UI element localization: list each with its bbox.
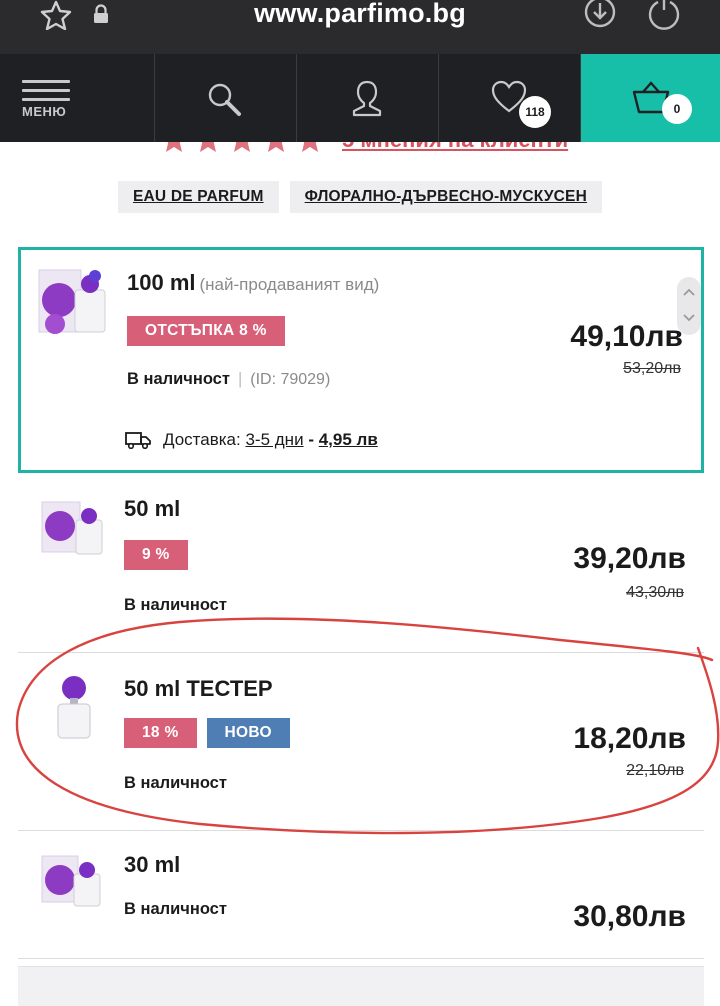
stock-status: В наличност: [124, 774, 227, 792]
discount-badge: 18 %: [124, 718, 197, 748]
chevron-up-icon[interactable]: [682, 287, 696, 297]
download-icon[interactable]: [583, 0, 617, 30]
discount-badge: 9 %: [124, 540, 188, 570]
product-id: (ID: 79029): [250, 371, 331, 388]
divider: [18, 830, 704, 831]
product-thumbnail: [57, 676, 91, 739]
account-button[interactable]: [297, 54, 439, 142]
stock-status: В наличност: [124, 900, 227, 918]
old-price: 22,10лв: [626, 762, 684, 779]
product-thumbnail: [41, 501, 103, 555]
next-section: [18, 966, 704, 1006]
power-icon[interactable]: [646, 0, 682, 30]
divider: [18, 958, 704, 959]
rating-star-icon: [166, 142, 182, 152]
rating-star-icon: [302, 142, 318, 152]
new-badge: НОВО: [206, 718, 290, 748]
cart-count-badge: 0: [662, 94, 692, 124]
cart-button[interactable]: 0: [581, 54, 720, 142]
rating-star-icon: [234, 142, 250, 152]
user-icon: [352, 80, 382, 117]
stock-status: В наличност: [124, 596, 227, 614]
variant-title: 100 ml (най-продаваният вид): [127, 270, 380, 295]
price: 30,80лв: [573, 900, 686, 933]
menu-button[interactable]: МЕНЮ: [0, 54, 155, 142]
menu-label: МЕНЮ: [22, 104, 67, 119]
variant-50ml-tester[interactable]: 50 ml ТЕСТЕР 18 % НОВО В наличност 18,20…: [18, 656, 704, 828]
variant-subtitle: (най-продаваният вид): [199, 275, 380, 294]
price: 18,20лв: [573, 722, 686, 755]
delivery-cost-link[interactable]: 4,95 лв: [319, 430, 378, 450]
favorites-count-badge: 118: [519, 96, 551, 128]
product-thumbnail: [38, 269, 106, 334]
variant-title: 50 ml ТЕСТЕР: [124, 676, 273, 701]
site-nav: МЕНЮ 118 0: [0, 54, 720, 142]
menu-icon: [22, 80, 70, 107]
divider: [18, 652, 704, 653]
delivery-days-link[interactable]: 3-5 дни: [245, 430, 303, 450]
variant-title: 30 ml: [124, 852, 181, 877]
browser-toolbar: www.parfimo.bg: [0, 0, 720, 54]
truck-icon: [125, 432, 151, 449]
reviews-row: 5 мнения на клиенти: [0, 142, 720, 156]
delivery-info: Доставка: 3-5 дни - 4,95 лв: [125, 430, 378, 450]
stock-status: В наличност | (ID: 79029): [127, 370, 331, 388]
reviews-link[interactable]: 5 мнения на клиенти: [342, 142, 568, 153]
product-thumbnail: [41, 855, 101, 907]
tag-concentration[interactable]: EAU DE PARFUM: [117, 181, 279, 213]
price: 39,20лв: [573, 542, 686, 575]
discount-badge: ОТСТЪПКА 8 %: [127, 316, 285, 346]
search-button[interactable]: [155, 54, 297, 142]
chevron-down-icon[interactable]: [682, 313, 696, 323]
rating-star-icon: [200, 142, 216, 152]
old-price: 53,20лв: [623, 360, 681, 377]
scroll-control[interactable]: [677, 277, 701, 335]
tag-scent-family[interactable]: ФЛОРАЛНО-ДЪРВЕСНО-МУСКУСЕН: [289, 181, 602, 213]
price: 49,10лв: [570, 320, 683, 353]
search-icon: [208, 83, 241, 116]
variant-100ml[interactable]: 100 ml (най-продаваният вид) ОТСТЪПКА 8 %…: [18, 247, 704, 473]
variant-30ml[interactable]: 30 ml В наличност 30,80лв: [18, 834, 704, 958]
tag-list: EAU DE PARFUM ФЛОРАЛНО-ДЪРВЕСНО-МУСКУСЕН: [0, 181, 720, 213]
variant-50ml[interactable]: 50 ml 9 % В наличност 39,20лв 43,30лв: [18, 480, 704, 650]
variant-title: 50 ml: [124, 496, 181, 521]
favorites-button[interactable]: 118: [439, 54, 581, 142]
rating-star-icon: [268, 142, 284, 152]
old-price: 43,30лв: [626, 584, 684, 601]
